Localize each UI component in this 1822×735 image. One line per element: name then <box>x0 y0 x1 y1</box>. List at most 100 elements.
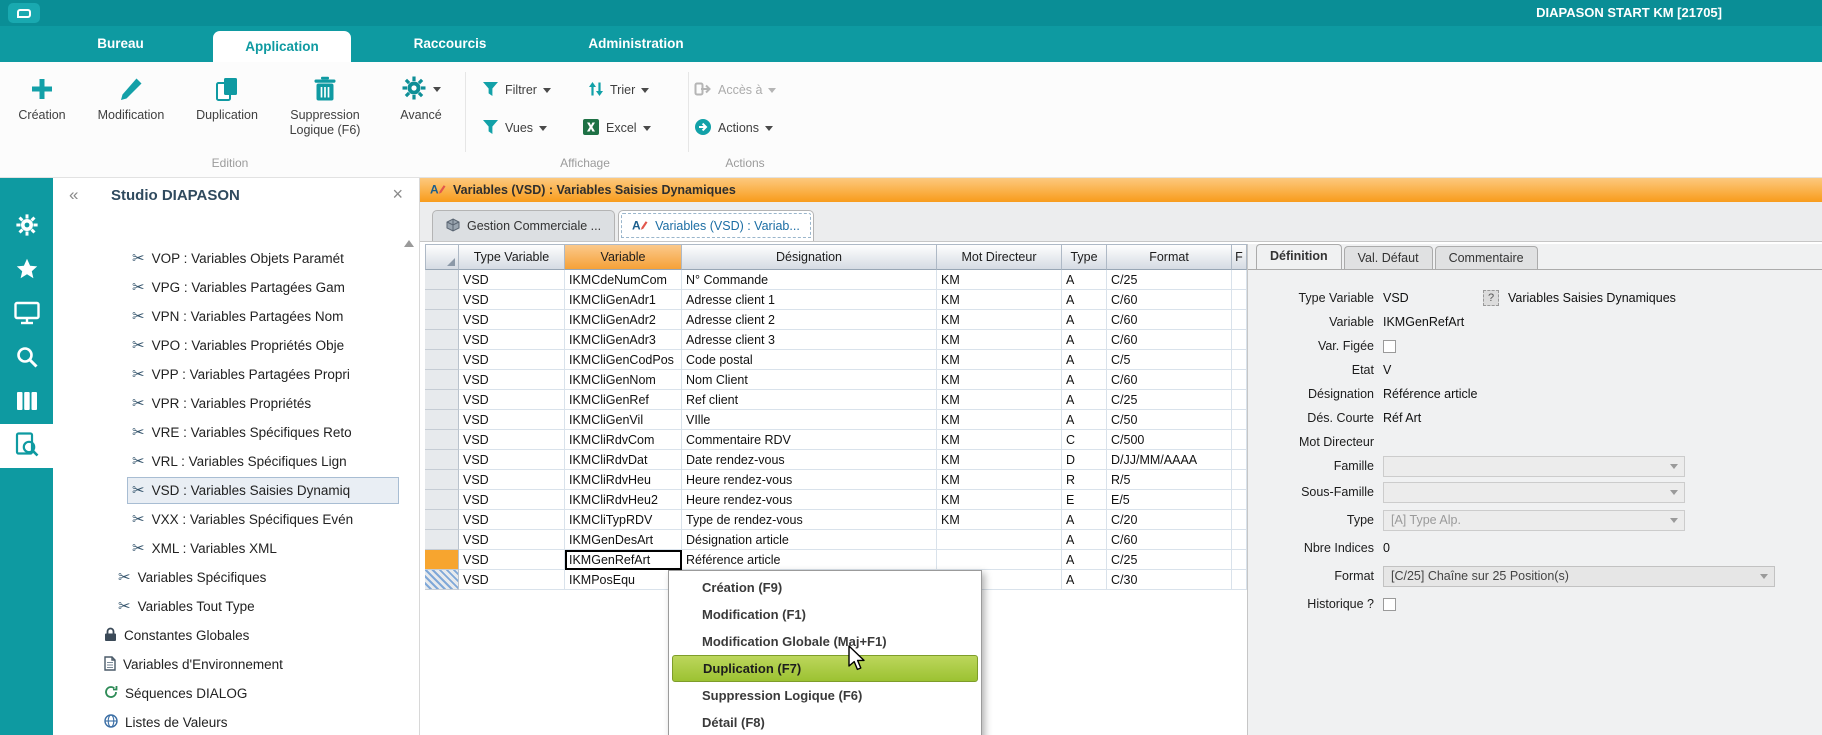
cell[interactable]: IKMGenRefArt <box>565 550 682 570</box>
cell[interactable]: C <box>1062 430 1107 450</box>
cell[interactable]: R <box>1062 470 1107 490</box>
cell[interactable]: C/60 <box>1107 530 1232 550</box>
column-header[interactable]: Variable <box>565 244 682 270</box>
cell[interactable]: IKMCliRdvHeu <box>565 470 682 490</box>
cell[interactable]: KM <box>937 310 1062 330</box>
table-row[interactable]: VSDIKMCliGenAdr2Adresse client 2KMAC/60 <box>425 310 1247 330</box>
doc-tab[interactable]: AVariables (VSD) : Variab... <box>618 210 814 241</box>
checkbox[interactable] <box>1383 598 1396 611</box>
cell[interactable]: A <box>1062 350 1107 370</box>
dropdown[interactable] <box>1383 456 1685 477</box>
cell[interactable]: IKMCliGenNom <box>565 370 682 390</box>
context-menu-item[interactable]: Modification Globale (Maj+F1) <box>672 628 978 655</box>
row-selector[interactable] <box>425 430 459 450</box>
sidebar-item[interactable]: ✂VRE : Variables Spécifiques Reto <box>53 418 399 447</box>
table-row[interactable]: VSDIKMCliGenAdr1Adresse client 1KMAC/60 <box>425 290 1247 310</box>
cell[interactable]: VSD <box>459 270 565 290</box>
cell[interactable]: IKMCliRdvHeu2 <box>565 490 682 510</box>
app-logo-icon[interactable] <box>8 3 40 23</box>
cell[interactable]: IKMGenDesArt <box>565 530 682 550</box>
sidebar-item[interactable]: ✂Variables Spécifiques <box>53 563 399 592</box>
duplication-button[interactable]: Duplication <box>184 70 270 123</box>
cell[interactable]: A <box>1062 270 1107 290</box>
dropdown[interactable]: [A] Type Alp. <box>1383 510 1685 531</box>
cell[interactable]: A <box>1062 330 1107 350</box>
cell[interactable]: Adresse client 1 <box>682 290 937 310</box>
cell[interactable]: IKMCliRdvDat <box>565 450 682 470</box>
cell[interactable]: IKMPosEqu <box>565 570 682 590</box>
row-selector[interactable] <box>425 370 459 390</box>
sidebar-item[interactable]: Listes de Valeurs <box>53 708 399 735</box>
table-corner[interactable] <box>425 244 459 270</box>
row-selector[interactable] <box>425 490 459 510</box>
suppression-button[interactable]: Suppression Logique (F6) <box>274 70 376 138</box>
cell[interactable]: KM <box>937 270 1062 290</box>
row-selector[interactable] <box>425 570 459 590</box>
cell[interactable]: Ref client <box>682 390 937 410</box>
table-row[interactable]: VSDIKMCliTypRDVType de rendez-vousKMAC/2… <box>425 510 1247 530</box>
cell[interactable]: D <box>1062 450 1107 470</box>
dropdown[interactable]: [C/25] Chaîne sur 25 Position(s) <box>1383 566 1775 587</box>
close-icon[interactable]: × <box>392 184 403 205</box>
cell[interactable]: VSD <box>459 510 565 530</box>
row-selector[interactable] <box>425 270 459 290</box>
row-selector[interactable] <box>425 530 459 550</box>
cell[interactable]: Adresse client 3 <box>682 330 937 350</box>
cell[interactable]: VSD <box>459 550 565 570</box>
cell[interactable]: VSD <box>459 490 565 510</box>
cell[interactable]: KM <box>937 330 1062 350</box>
detail-tab[interactable]: Commentaire <box>1435 246 1538 269</box>
sidebar-item[interactable]: Variables d'Environnement <box>53 650 399 679</box>
dropdown[interactable] <box>1383 482 1685 503</box>
cell[interactable]: R/5 <box>1107 470 1232 490</box>
cell[interactable]: IKMCliGenAdr2 <box>565 310 682 330</box>
table-row[interactable]: VSDIKMGenDesArtDésignation articleAC/60 <box>425 530 1247 550</box>
row-selector[interactable] <box>425 290 459 310</box>
cell[interactable]: A <box>1062 550 1107 570</box>
cell[interactable]: A <box>1062 570 1107 590</box>
cell[interactable]: IKMCliGenAdr1 <box>565 290 682 310</box>
row-selector[interactable] <box>425 330 459 350</box>
cell[interactable]: C/20 <box>1107 510 1232 530</box>
cell[interactable]: KM <box>937 430 1062 450</box>
column-header[interactable]: Mot Directeur <box>937 244 1062 270</box>
cell[interactable]: KM <box>937 510 1062 530</box>
cell[interactable]: VSD <box>459 370 565 390</box>
scroll-up-icon[interactable] <box>404 240 414 247</box>
cell[interactable]: VSD <box>459 350 565 370</box>
column-header[interactable]: Format <box>1107 244 1232 270</box>
actions-button[interactable]: Actions <box>694 115 773 141</box>
row-selector[interactable] <box>425 510 459 530</box>
cell[interactable]: Commentaire RDV <box>682 430 937 450</box>
cell[interactable]: KM <box>937 350 1062 370</box>
cell[interactable]: VSD <box>459 570 565 590</box>
strip-item-columns-icon[interactable] <box>0 380 53 424</box>
detail-tab[interactable]: Val. Défaut <box>1344 246 1433 269</box>
cell[interactable]: A <box>1062 310 1107 330</box>
strip-item-monitor-icon[interactable] <box>0 292 53 336</box>
strip-item-star-icon[interactable] <box>0 248 53 292</box>
avance-button[interactable]: Avancé <box>382 70 460 123</box>
cell[interactable] <box>937 530 1062 550</box>
sidebar-item[interactable]: ✂XML : Variables XML <box>53 534 399 563</box>
cell[interactable]: Référence article <box>682 550 937 570</box>
table-row[interactable]: VSDIKMCliGenRefRef clientKMAC/25 <box>425 390 1247 410</box>
cell[interactable]: A <box>1062 530 1107 550</box>
menu-tab-application[interactable]: Application <box>213 31 351 62</box>
menu-tab-administration[interactable]: Administration <box>552 26 720 62</box>
cell[interactable]: A <box>1062 370 1107 390</box>
cell[interactable]: N° Commande <box>682 270 937 290</box>
sidebar-item[interactable]: Séquences DIALOG <box>53 679 399 708</box>
cell[interactable]: KM <box>937 370 1062 390</box>
context-menu-item[interactable]: Création (F9) <box>672 574 978 601</box>
filtrer-button[interactable]: Filtrer <box>482 77 551 103</box>
cell[interactable]: KM <box>937 390 1062 410</box>
table-row[interactable]: VSDIKMCliRdvHeuHeure rendez-vousKMRR/5 <box>425 470 1247 490</box>
doc-tab[interactable]: Gestion Commerciale ... <box>432 210 615 241</box>
strip-item-search-document-icon[interactable] <box>0 424 53 468</box>
sidebar-item[interactable]: ✂VSD : Variables Saisies Dynamiq <box>53 476 399 505</box>
row-selector[interactable] <box>425 390 459 410</box>
context-menu-item[interactable]: Modification (F1) <box>672 601 978 628</box>
cell[interactable]: A <box>1062 390 1107 410</box>
table-row[interactable]: VSDIKMCliRdvDatDate rendez-vousKMDD/JJ/M… <box>425 450 1247 470</box>
